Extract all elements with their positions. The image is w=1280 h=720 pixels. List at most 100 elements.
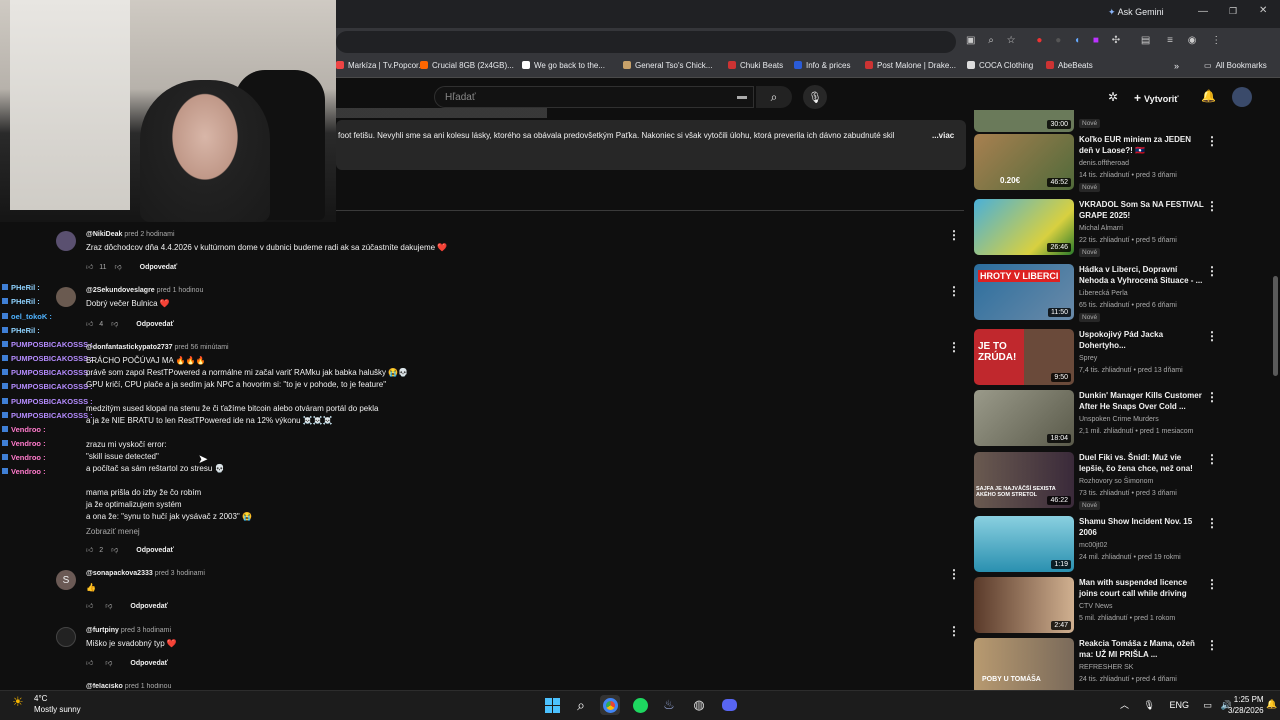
- channel-name[interactable]: denis.offtheroad: [1079, 160, 1129, 167]
- reply-button[interactable]: Odpovedať: [136, 321, 174, 328]
- extension-icon[interactable]: ✲: [1108, 90, 1118, 104]
- recommendation-item[interactable]: 1:19 Shamu Show Incident Nov. 15 2006 mc…: [974, 516, 1224, 574]
- video-thumbnail[interactable]: 18:04: [974, 390, 1074, 446]
- network-icon[interactable]: ▭: [1204, 700, 1213, 710]
- more-options-icon[interactable]: ⋮: [1206, 577, 1218, 591]
- video-title[interactable]: Reakcia Tomáša z Mama, ožeň ma: UŽ MI PR…: [1079, 638, 1204, 660]
- video-thumbnail[interactable]: 26:46: [974, 199, 1074, 255]
- more-options-icon[interactable]: ⋮: [948, 340, 960, 354]
- more-options-icon[interactable]: ⋮: [1206, 638, 1218, 652]
- comment-author[interactable]: @donfantastickypato2737 pred 56 minútami: [86, 344, 229, 351]
- video-title[interactable]: Koľko EUR miniem za JEDEN deň v Laose?! …: [1079, 134, 1204, 156]
- zoom-icon[interactable]: ⌕: [988, 35, 994, 46]
- page-scrollbar[interactable]: [1271, 116, 1280, 690]
- avatar[interactable]: [56, 287, 76, 307]
- create-button[interactable]: + Vytvoriť: [1134, 91, 1179, 105]
- video-thumbnail[interactable]: 2:47: [974, 577, 1074, 633]
- video-title[interactable]: Man with suspended licence joins court c…: [1079, 577, 1204, 599]
- recommendation-item[interactable]: HROTY V LIBERCI 11:50 Hádka v Liberci, Do…: [974, 264, 1224, 322]
- channel-name[interactable]: Sprey: [1079, 355, 1097, 362]
- weather-widget[interactable]: ☀ 4°C Mostly sunny: [12, 693, 81, 715]
- avatar[interactable]: [56, 231, 76, 251]
- taskbar-search-icon[interactable]: ⌕: [571, 695, 591, 715]
- channel-name[interactable]: CTV News: [1079, 603, 1112, 610]
- show-more-button[interactable]: ...viac: [932, 131, 954, 140]
- bookmark-item[interactable]: Post Malone | Drake...: [865, 61, 956, 70]
- obs-icon[interactable]: ◍: [689, 695, 709, 715]
- scrollbar-thumb[interactable]: [1273, 276, 1278, 376]
- chevron-up-icon[interactable]: ︿: [1120, 700, 1129, 710]
- more-options-icon[interactable]: ⋮: [1206, 329, 1218, 343]
- channel-name[interactable]: Rozhovory so Šimonom: [1079, 478, 1153, 485]
- notifications-bell-icon[interactable]: 🔔: [1201, 89, 1216, 103]
- avatar[interactable]: S: [56, 570, 76, 590]
- video-title[interactable]: Hádka v Liberci, Dopravní Nehoda a Vyhro…: [1079, 264, 1204, 286]
- channel-name[interactable]: mc00jt02: [1079, 542, 1107, 549]
- bookmark-item[interactable]: COCA Clothing: [967, 61, 1033, 70]
- bookmark-item[interactable]: We go back to the...: [522, 61, 605, 70]
- menu-icon[interactable]: ⋮: [1211, 35, 1221, 46]
- all-bookmarks-button[interactable]: ▭ All Bookmarks: [1204, 61, 1267, 70]
- recommendation-item[interactable]: 26:46 VKRADOL Som Sa NA FESTIVAL GRAPE 2…: [974, 199, 1224, 257]
- more-options-icon[interactable]: ⋮: [1206, 516, 1218, 530]
- bookmark-item[interactable]: Markíza | Tv.Popcor...: [336, 61, 425, 70]
- video-thumbnail[interactable]: 30:00: [974, 110, 1074, 132]
- cast-icon[interactable]: ▣: [966, 35, 975, 46]
- like-icon[interactable]: 👍︎: [86, 321, 93, 328]
- like-icon[interactable]: 👍︎: [86, 603, 93, 610]
- windows-start-icon[interactable]: [542, 695, 562, 715]
- channel-name[interactable]: Michal Almarri: [1079, 225, 1123, 232]
- comment-author[interactable]: @2Sekundoveslagre pred 1 hodinou: [86, 287, 203, 294]
- comment-author[interactable]: @NikiDeak pred 2 hodinami: [86, 231, 175, 238]
- keyboard-icon[interactable]: ▬: [737, 91, 747, 102]
- more-options-icon[interactable]: ⋮: [1206, 264, 1218, 278]
- extension-icon[interactable]: ●: [1055, 35, 1061, 46]
- recommendation-item[interactable]: 30:00 Nové: [974, 110, 1224, 132]
- bookmark-star-icon[interactable]: ☆: [1007, 35, 1016, 46]
- like-icon[interactable]: 👍︎: [86, 660, 93, 667]
- sidebar-icon[interactable]: ▤: [1141, 35, 1150, 46]
- video-title[interactable]: VKRADOL Som Sa NA FESTIVAL GRAPE 2025!: [1079, 199, 1204, 221]
- channel-name[interactable]: Unspoken Crime Murders: [1079, 416, 1159, 423]
- reply-button[interactable]: Odpovedať: [130, 603, 168, 610]
- more-options-icon[interactable]: ⋮: [1206, 199, 1218, 213]
- video-title[interactable]: Duel Fiki vs. Šnidl: Muž vie lepšie, čo …: [1079, 452, 1204, 474]
- video-title[interactable]: Dunkin' Manager Kills Customer After He …: [1079, 390, 1204, 412]
- comment-author[interactable]: @furtpiny pred 3 hodinami: [86, 627, 171, 634]
- account-avatar[interactable]: [1232, 87, 1252, 107]
- search-button[interactable]: ⌕: [756, 86, 792, 108]
- extension-icon[interactable]: ◖: [1074, 35, 1080, 46]
- bookmark-item[interactable]: General Tso's Chick...: [623, 61, 712, 70]
- video-title[interactable]: Shamu Show Incident Nov. 15 2006: [1079, 516, 1204, 538]
- recommendation-item[interactable]: SAJFA JE NAJVÄČŠÍ SEXISTA AKÉHO SOM STRE…: [974, 452, 1224, 510]
- more-options-icon[interactable]: ⋮: [1206, 452, 1218, 466]
- dislike-icon[interactable]: 👎︎: [111, 547, 118, 554]
- chevron-right-icon[interactable]: »: [1174, 61, 1179, 71]
- recommendation-item[interactable]: POBY U TOMÁŠA Reakcia Tomáša z Mama, ože…: [974, 638, 1224, 690]
- notification-bell-icon[interactable]: 🔔: [1266, 699, 1277, 710]
- comment-author[interactable]: @felacisko pred 1 hodinou: [86, 683, 171, 690]
- url-field[interactable]: [336, 31, 956, 53]
- show-less-button[interactable]: Zobraziť menej: [86, 527, 140, 536]
- video-thumbnail[interactable]: JE TO ZRÚDA! 9:50: [974, 329, 1074, 385]
- recommendation-item[interactable]: 18:04 Dunkin' Manager Kills Customer Aft…: [974, 390, 1224, 448]
- dislike-icon[interactable]: 👎︎: [105, 660, 112, 667]
- more-options-icon[interactable]: ⋮: [948, 228, 960, 242]
- comment-author[interactable]: @sonapackova2333 pred 3 hodinami: [86, 570, 205, 577]
- like-icon[interactable]: 👍︎: [86, 264, 93, 271]
- steam-icon[interactable]: ♨: [659, 695, 679, 715]
- video-thumbnail[interactable]: 1:19: [974, 516, 1074, 572]
- recommendation-item[interactable]: 2:47 Man with suspended licence joins co…: [974, 577, 1224, 635]
- dislike-icon[interactable]: 👎︎: [105, 603, 112, 610]
- avatar[interactable]: [56, 627, 76, 647]
- recommendation-item[interactable]: 0.20€ 46:52 Koľko EUR miniem za JEDEN deň…: [974, 134, 1224, 192]
- minimize-button[interactable]: —: [1198, 6, 1208, 17]
- microphone-icon[interactable]: 🎙: [1144, 700, 1155, 710]
- clock[interactable]: 1:25 PM 3/28/2026: [1228, 694, 1264, 716]
- spotify-icon[interactable]: [630, 695, 650, 715]
- extension-icon[interactable]: ●: [1036, 35, 1042, 46]
- more-options-icon[interactable]: ⋮: [948, 624, 960, 638]
- reply-button[interactable]: Odpovedať: [130, 660, 168, 667]
- discord-icon[interactable]: [719, 695, 739, 715]
- more-options-icon[interactable]: ⋮: [948, 284, 960, 298]
